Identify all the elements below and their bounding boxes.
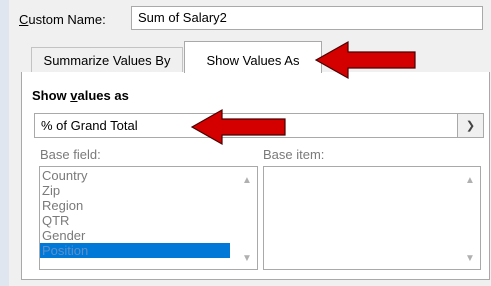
scroll-up-icon[interactable]: ▲ xyxy=(463,173,477,187)
base-item-list[interactable]: ▲ ▼ xyxy=(263,166,481,270)
custom-name-input[interactable]: Sum of Salary2 xyxy=(131,6,483,30)
list-item[interactable]: Zip xyxy=(40,183,257,198)
list-item[interactable]: Country xyxy=(40,168,257,183)
list-item[interactable]: Gender xyxy=(40,228,257,243)
base-field-label: Base field: xyxy=(40,147,101,162)
base-field-list[interactable]: Country Zip Region QTR Gender Position ▲… xyxy=(39,166,258,270)
custom-name-label-text: ustom Name: xyxy=(28,12,106,27)
custom-name-label: Custom Name: xyxy=(19,12,106,27)
list-item-selected[interactable]: Position xyxy=(40,243,230,258)
tab-summarize-values-by[interactable]: Summarize Values By xyxy=(31,47,183,72)
heading-accelerator: v xyxy=(70,88,78,103)
base-item-label: Base item: xyxy=(263,147,325,162)
dialog-left-strip xyxy=(0,0,9,286)
show-values-as-heading: Show values as xyxy=(32,88,129,103)
heading-pre: Show xyxy=(32,88,71,103)
annotation-arrow-icon xyxy=(190,108,286,146)
scroll-up-icon[interactable]: ▲ xyxy=(240,173,254,187)
scroll-down-icon[interactable]: ▼ xyxy=(463,251,477,265)
list-item[interactable]: QTR xyxy=(40,213,257,228)
chevron-down-icon[interactable]: ❯ xyxy=(457,113,484,138)
custom-name-accelerator: C xyxy=(19,12,29,27)
list-item[interactable]: Region xyxy=(40,198,257,213)
annotation-arrow-icon xyxy=(314,40,416,80)
tab-show-values-as[interactable]: Show Values As xyxy=(184,41,322,73)
heading-post: alues as xyxy=(77,88,129,103)
scroll-down-icon[interactable]: ▼ xyxy=(240,251,254,265)
